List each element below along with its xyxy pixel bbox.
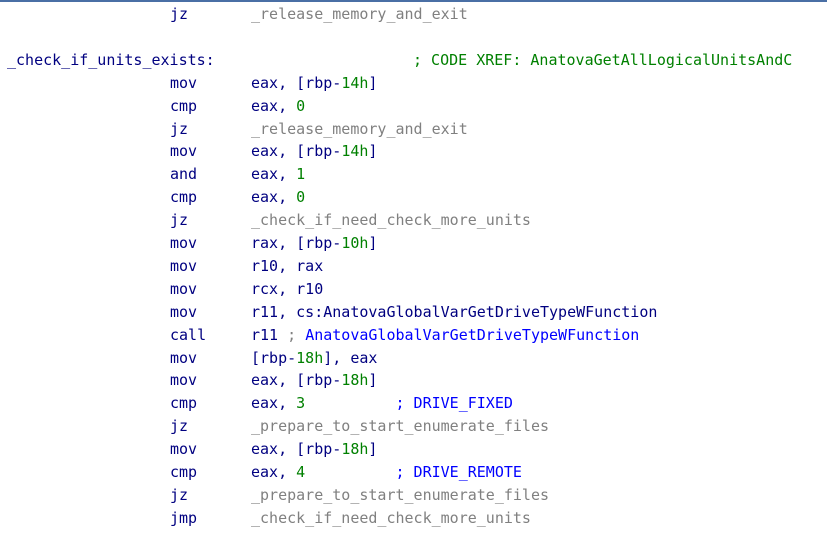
symbol-comment: ; DRIVE_REMOTE bbox=[305, 463, 522, 481]
operands: eax, [rbp-18h] bbox=[251, 438, 377, 460]
mnemonic: jz bbox=[170, 5, 189, 23]
operand-part: ] bbox=[368, 234, 378, 252]
branch-target[interactable]: _prepare_to_start_enumerate_files bbox=[251, 486, 549, 504]
operand-part: 18h bbox=[296, 348, 324, 367]
operands: eax, 0 bbox=[251, 95, 305, 117]
code-xref-comment[interactable]: ; CODE XREF: AnatovaGetAllLogicalUnitsAn… bbox=[413, 49, 792, 71]
operand-part: 3 bbox=[296, 394, 306, 413]
operand-part: r10, rax bbox=[251, 256, 324, 275]
mnemonic: jmp bbox=[170, 508, 198, 527]
operands: _prepare_to_start_enumerate_files bbox=[251, 415, 549, 437]
operands: r11 ; AnatovaGlobalVarGetDriveTypeWFunct… bbox=[251, 324, 639, 346]
mnemonic: mov bbox=[170, 256, 198, 275]
operand-part: eax, [rbp- bbox=[251, 73, 342, 92]
operand-part: eax, bbox=[251, 96, 297, 115]
operands: eax, [rbp-18h] bbox=[251, 369, 377, 391]
mnemonic: mov bbox=[170, 142, 198, 161]
operands: eax, 4 ; DRIVE_REMOTE bbox=[251, 461, 522, 483]
operands: eax, [rbp-14h] bbox=[251, 72, 377, 94]
mnemonic: cmp bbox=[170, 96, 198, 115]
operand-part: 10h bbox=[341, 234, 369, 252]
operand-part: 18h bbox=[341, 371, 369, 390]
mnemonic: mov bbox=[170, 302, 198, 321]
operands: _check_if_need_check_more_units bbox=[251, 209, 531, 231]
operand-part: r11, cs:AnatovaGlobalVarGetDriveTypeWFun… bbox=[251, 302, 658, 321]
operand-part: ] bbox=[368, 73, 378, 92]
operand-part: 0 bbox=[296, 96, 306, 115]
operands: rax, [rbp-10h] bbox=[251, 232, 377, 254]
mnemonic: jz bbox=[170, 119, 189, 138]
operand-part: eax, [rbp- bbox=[251, 142, 342, 161]
mnemonic: mov bbox=[170, 73, 198, 92]
operands: eax, [rbp-14h] bbox=[251, 140, 377, 162]
operand-part: rax, [rbp- bbox=[251, 234, 342, 252]
operands: [rbp-18h], eax bbox=[251, 347, 377, 369]
operand-part: 1 bbox=[296, 165, 306, 184]
operands: _check_if_need_check_more_units bbox=[251, 507, 531, 529]
operand-part: [rbp- bbox=[251, 348, 297, 367]
branch-target[interactable]: _release_memory_and_exit bbox=[251, 5, 468, 23]
operand-part: eax, [rbp- bbox=[251, 440, 342, 459]
operand-part: 0 bbox=[296, 188, 306, 207]
operand-part: 18h bbox=[341, 440, 369, 459]
operand-part: eax, bbox=[251, 188, 297, 207]
mnemonic: jz bbox=[170, 485, 189, 504]
operand-part: eax, [rbp- bbox=[251, 371, 342, 390]
mnemonic: and bbox=[170, 165, 198, 184]
operands: r10, rax bbox=[251, 255, 323, 277]
mnemonic: mov bbox=[170, 348, 198, 367]
operand-part: ] bbox=[368, 142, 378, 161]
mnemonic: cmp bbox=[170, 394, 198, 413]
operand-part: ; bbox=[287, 325, 306, 344]
disassembly-view[interactable]: jz _release_memory_and_exit _check_if_unit… bbox=[0, 0, 827, 537]
branch-target[interactable]: _prepare_to_start_enumerate_files bbox=[251, 417, 549, 435]
mnemonic: cmp bbox=[170, 463, 198, 481]
operand-part: ], eax bbox=[323, 348, 378, 367]
mnemonic: cmp bbox=[170, 188, 198, 207]
operands: _prepare_to_start_enumerate_files bbox=[251, 484, 549, 506]
operand-part: ] bbox=[368, 371, 378, 390]
symbol-comment: ; DRIVE_FIXED bbox=[305, 394, 513, 413]
operands: rcx, r10 bbox=[251, 278, 323, 300]
operand-part: eax, bbox=[251, 165, 297, 184]
operands: eax, 1 bbox=[251, 163, 305, 185]
operand-part: 14h bbox=[341, 142, 369, 161]
operand-part: ] bbox=[368, 440, 378, 459]
operands: _release_memory_and_exit bbox=[251, 3, 468, 25]
operands: eax, 0 bbox=[251, 186, 305, 208]
operand-part: eax, bbox=[251, 394, 297, 413]
mnemonic: mov bbox=[170, 440, 198, 459]
mnemonic: mov bbox=[170, 279, 198, 298]
branch-target[interactable]: _check_if_need_check_more_units bbox=[251, 509, 531, 527]
operands: r11, cs:AnatovaGlobalVarGetDriveTypeWFun… bbox=[251, 301, 657, 323]
separator-comment: ; --------------------------------------… bbox=[7, 530, 702, 537]
symbol-comment: AnatovaGlobalVarGetDriveTypeWFunction bbox=[305, 325, 640, 344]
view-top-border bbox=[0, 0, 827, 2]
operand-part: 14h bbox=[341, 73, 369, 92]
operand-part: rcx, r10 bbox=[251, 279, 324, 298]
branch-target[interactable]: _check_if_need_check_more_units bbox=[251, 211, 531, 229]
mnemonic: mov bbox=[170, 234, 198, 252]
branch-target[interactable]: _release_memory_and_exit bbox=[251, 120, 468, 138]
operands: eax, 3 ; DRIVE_FIXED bbox=[251, 392, 513, 414]
mnemonic: jz bbox=[170, 211, 189, 230]
mnemonic: mov bbox=[170, 371, 198, 390]
operand-part: r11 bbox=[251, 325, 288, 344]
mnemonic: call bbox=[170, 325, 207, 344]
code-label[interactable]: _check_if_units_exists: bbox=[7, 49, 215, 71]
mnemonic: jz bbox=[170, 417, 189, 436]
operands: _release_memory_and_exit bbox=[251, 118, 468, 140]
operand-part: 4 bbox=[296, 463, 306, 481]
operand-part: eax, bbox=[251, 463, 297, 481]
